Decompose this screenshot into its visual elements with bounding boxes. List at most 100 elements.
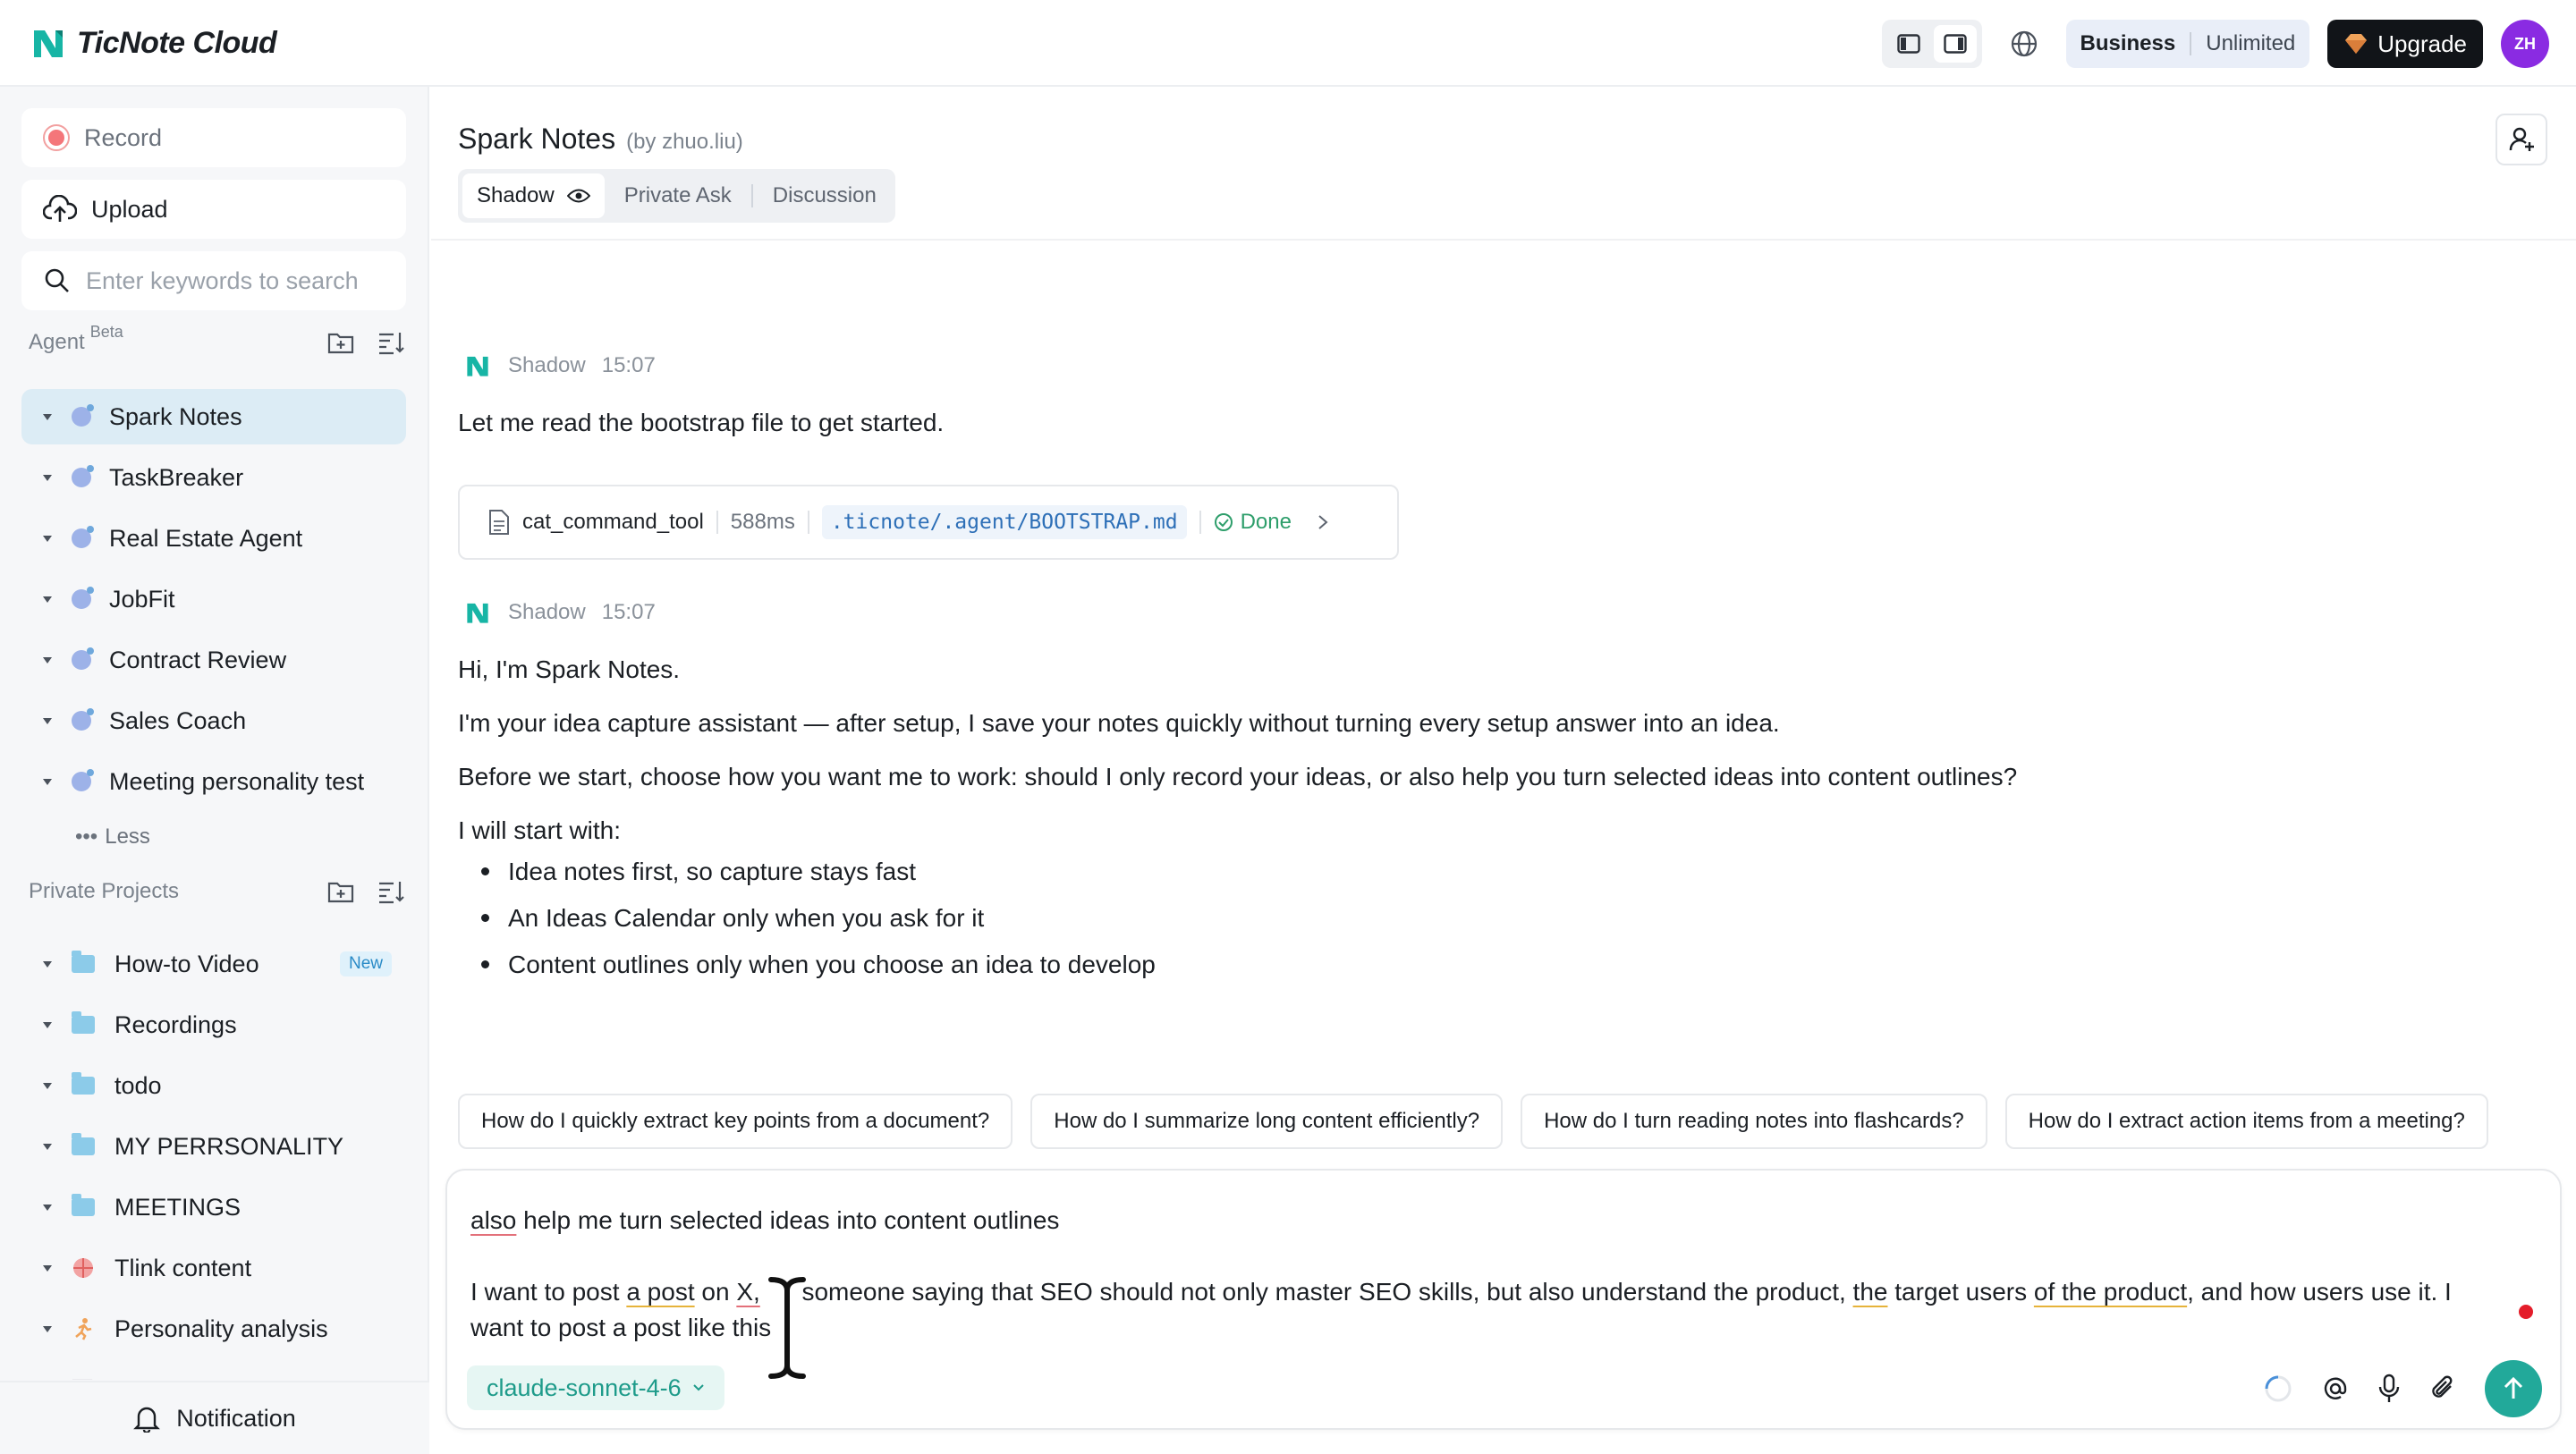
expand-caret-icon[interactable] — [43, 778, 52, 785]
sidebar-item-meeting3[interactable]: meeting3 — [21, 1362, 406, 1380]
notification-button[interactable]: Notification — [0, 1381, 429, 1454]
tab-shadow[interactable]: Shadow — [462, 173, 605, 218]
sidebar-item-real-estate-agent[interactable]: Real Estate Agent — [21, 511, 406, 566]
tab-label: Private Ask — [623, 183, 732, 207]
message-text: Let me read the bootstrap file to get st… — [458, 409, 945, 436]
bell-icon — [133, 1407, 161, 1433]
composer-line: also help me turn selected ideas into co… — [470, 1203, 2492, 1238]
suggestion-chip[interactable]: How do I extract action items from a mee… — [2004, 1094, 2488, 1149]
expand-caret-icon[interactable] — [43, 474, 52, 481]
sidebar: Record Upload Enter keywords to search A… — [0, 87, 429, 1454]
agent-icon — [72, 526, 94, 548]
show-less-toggle[interactable]: ••• Less — [21, 815, 406, 859]
add-folder-icon[interactable] — [327, 330, 354, 355]
send-button[interactable] — [2485, 1360, 2542, 1417]
sidebar-item-label: Recordings — [114, 1010, 237, 1038]
suggestion-chip[interactable]: How do I turn reading notes into flashca… — [1521, 1094, 1987, 1149]
add-folder-icon[interactable] — [327, 879, 354, 904]
grid-icon — [72, 1379, 93, 1380]
sort-list-icon[interactable] — [377, 879, 404, 904]
sidebar-item-tlink-content[interactable]: Tlink content — [21, 1240, 406, 1296]
header-divider — [431, 239, 2576, 241]
sidebar-item-personality-analysis[interactable]: Personality analysis — [21, 1301, 406, 1357]
notification-label: Notification — [176, 1404, 296, 1432]
expand-caret-icon[interactable] — [43, 596, 52, 603]
expand-caret-icon[interactable] — [43, 960, 52, 968]
sidebar-item-contract-review[interactable]: Contract Review — [21, 632, 406, 688]
expand-caret-icon[interactable] — [43, 1143, 52, 1150]
divider — [1199, 511, 1201, 534]
shadow-agent-avatar-icon — [467, 356, 488, 376]
sidebar-item-todo[interactable]: todo — [21, 1058, 406, 1113]
expand-caret-icon[interactable] — [43, 656, 52, 664]
search-input[interactable]: Enter keywords to search — [21, 251, 406, 310]
right-panel-toggle-icon[interactable] — [1933, 25, 1977, 63]
misspelled-word: also — [470, 1206, 517, 1234]
chevron-right-icon[interactable] — [1317, 513, 1329, 531]
sidebar-item-how-to-video[interactable]: How-to Video New — [21, 936, 406, 992]
record-button[interactable]: Record — [21, 108, 406, 167]
sidebar-item-meetings[interactable]: MEETINGS — [21, 1179, 406, 1235]
grammar-flagged-text: of the product — [2033, 1278, 2188, 1306]
sidebar-item-label: todo — [114, 1071, 162, 1099]
model-selector[interactable]: claude-sonnet-4-6 — [467, 1365, 724, 1410]
upgrade-label: Upgrade — [2377, 30, 2467, 57]
sidebar-item-spark-notes[interactable]: Spark Notes — [21, 389, 406, 444]
expand-caret-icon[interactable] — [43, 717, 52, 724]
sort-list-icon[interactable] — [377, 330, 404, 355]
list-item: Idea notes first, so capture stays fast — [481, 849, 1156, 895]
tab-divider — [750, 184, 753, 207]
agent-icon — [72, 647, 94, 670]
mention-at-icon[interactable] — [2322, 1375, 2349, 1402]
sidebar-item-jobfit[interactable]: JobFit — [21, 571, 406, 627]
expand-caret-icon[interactable] — [43, 1021, 52, 1028]
tool-call-card[interactable]: cat_command_tool 588ms .ticnote/.agent/B… — [458, 485, 1399, 560]
plan-badge[interactable]: Business Unlimited — [2065, 20, 2310, 68]
message-paragraph: Before we start, choose how you want me … — [458, 763, 2018, 790]
folder-icon — [72, 1072, 95, 1095]
upload-button[interactable]: Upload — [21, 180, 406, 239]
sidebar-item-my-perrsonality[interactable]: MY PERRSONALITY — [21, 1119, 406, 1174]
plan-name: Business — [2080, 31, 2176, 55]
expand-caret-icon[interactable] — [43, 1264, 52, 1272]
message-greeting: Hi, I'm Spark Notes. — [458, 655, 681, 683]
sidebar-item-recordings[interactable]: Recordings — [21, 997, 406, 1052]
message-time: 15:07 — [601, 353, 656, 377]
eye-icon[interactable] — [566, 188, 590, 204]
expand-caret-icon[interactable] — [43, 535, 52, 542]
composer-text-span: help me turn selected ideas into content… — [516, 1206, 1060, 1234]
sidebar-item-meeting-personality-test[interactable]: Meeting personality test — [21, 754, 406, 809]
divider — [807, 511, 809, 534]
add-member-button[interactable] — [2496, 114, 2547, 165]
agent-icon — [72, 465, 94, 487]
expand-caret-icon[interactable] — [43, 413, 52, 420]
tool-file-path: .ticnote/.agent/BOOTSTRAP.md — [821, 505, 1187, 539]
app-logo[interactable]: TicNote Cloud — [29, 23, 277, 63]
expand-caret-icon[interactable] — [43, 1325, 52, 1332]
sidebar-item-taskbreaker[interactable]: TaskBreaker — [21, 450, 406, 505]
suggestion-chip[interactable]: How do I summarize long content efficien… — [1030, 1094, 1504, 1149]
paperclip-icon[interactable] — [2429, 1374, 2456, 1404]
tab-private-ask[interactable]: Private Ask — [610, 173, 746, 218]
tool-duration: 588ms — [730, 510, 795, 534]
composer-text-span: on — [694, 1278, 737, 1306]
tab-label: Discussion — [772, 183, 877, 207]
sidebar-item-label: MEETINGS — [114, 1193, 242, 1221]
shadow-agent-avatar-icon — [467, 603, 488, 623]
tab-discussion[interactable]: Discussion — [758, 173, 891, 218]
expand-caret-icon[interactable] — [43, 1204, 52, 1211]
upgrade-button[interactable]: Upgrade — [2327, 20, 2483, 68]
language-globe-icon[interactable] — [2000, 20, 2048, 68]
suggestion-chip[interactable]: How do I quickly extract key points from… — [458, 1094, 1013, 1149]
sidebar-item-sales-coach[interactable]: Sales Coach — [21, 693, 406, 748]
left-panel-toggle-icon[interactable] — [1887, 25, 1930, 63]
microphone-icon[interactable] — [2377, 1374, 2401, 1404]
recording-indicator — [2519, 1305, 2533, 1319]
projects-section-title: Private Projects — [29, 879, 180, 903]
tab-label: Shadow — [477, 183, 555, 207]
expand-caret-icon[interactable] — [43, 1082, 52, 1089]
user-avatar[interactable]: ZH — [2501, 20, 2549, 68]
beta-badge: Beta — [89, 322, 123, 341]
sidebar-item-label: JobFit — [109, 585, 175, 613]
suggestion-chips: How do I quickly extract key points from… — [458, 1094, 2488, 1149]
